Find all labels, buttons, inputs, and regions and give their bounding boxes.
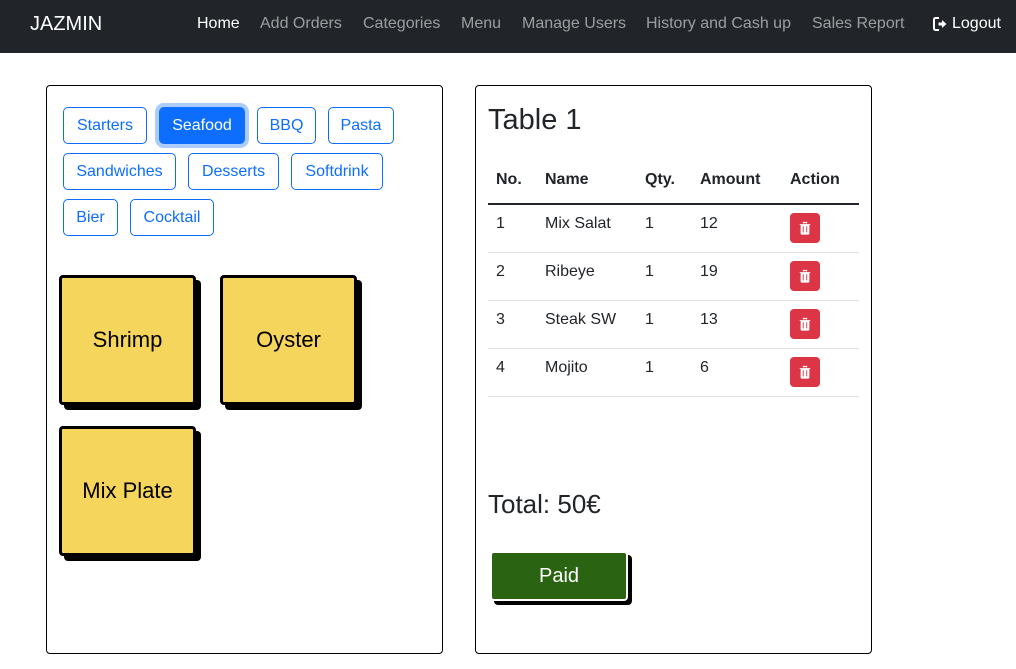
menu-item-mix-plate[interactable]: Mix Plate bbox=[59, 426, 196, 556]
nav-categories[interactable]: Categories bbox=[363, 15, 440, 33]
delete-button[interactable] bbox=[790, 357, 820, 387]
category-starters[interactable]: Starters bbox=[63, 107, 147, 144]
order-table-header: No. Name Qty. Amount Action bbox=[488, 156, 859, 205]
paid-button[interactable]: Paid bbox=[490, 551, 628, 601]
menu-item-oyster[interactable]: Oyster bbox=[220, 275, 357, 405]
header-action: Action bbox=[782, 156, 859, 205]
row-no: 1 bbox=[496, 215, 505, 233]
header-no: No. bbox=[488, 156, 537, 205]
trash-icon bbox=[799, 222, 811, 235]
nav-home[interactable]: Home bbox=[197, 15, 240, 33]
trash-icon bbox=[799, 317, 811, 331]
table-row: 1 Mix Salat 1 12 bbox=[488, 204, 859, 253]
nav-history-cash-up[interactable]: History and Cash up bbox=[646, 15, 791, 33]
row-name: Ribeye bbox=[545, 263, 595, 280]
row-name: Mix Salat bbox=[545, 215, 611, 233]
row-name: Mojito bbox=[545, 359, 588, 376]
header-qty: Qty. bbox=[637, 156, 692, 205]
order-table: No. Name Qty. Amount Action 1 Mix Salat … bbox=[488, 156, 859, 397]
header-amount: Amount bbox=[692, 156, 782, 205]
order-panel: Table 1 No. Name Qty. Amount Action 1 Mi… bbox=[475, 85, 872, 654]
logout-link[interactable]: Logout bbox=[932, 15, 1001, 33]
row-qty: 1 bbox=[645, 263, 654, 280]
category-bier[interactable]: Bier bbox=[63, 199, 118, 236]
row-amount: 13 bbox=[700, 311, 718, 328]
row-amount: 19 bbox=[700, 263, 718, 280]
logout-icon bbox=[933, 17, 947, 31]
row-no: 4 bbox=[496, 359, 505, 376]
menu-item-shrimp[interactable]: Shrimp bbox=[59, 275, 196, 405]
menu-panel: Starters Seafood BBQ Pasta Sandwiches De… bbox=[46, 85, 443, 654]
navbar: JAZMIN Home Add Orders Categories Menu M… bbox=[0, 0, 1016, 53]
table-row: 4 Mojito 1 6 bbox=[488, 348, 859, 397]
category-seafood[interactable]: Seafood bbox=[159, 107, 245, 144]
table-row: 3 Steak SW 1 13 bbox=[488, 300, 859, 349]
brand-logo[interactable]: JAZMIN bbox=[30, 13, 102, 36]
table-row: 2 Ribeye 1 19 bbox=[488, 252, 859, 301]
row-amount: 12 bbox=[700, 215, 718, 233]
category-softdrink[interactable]: Softdrink bbox=[291, 153, 383, 190]
category-pasta[interactable]: Pasta bbox=[328, 107, 394, 144]
trash-icon bbox=[799, 365, 811, 379]
delete-button[interactable] bbox=[790, 261, 820, 291]
row-qty: 1 bbox=[645, 359, 654, 376]
row-qty: 1 bbox=[645, 311, 654, 328]
nav-add-orders[interactable]: Add Orders bbox=[260, 15, 342, 33]
trash-icon bbox=[799, 269, 811, 283]
category-desserts[interactable]: Desserts bbox=[188, 153, 279, 190]
header-name: Name bbox=[537, 156, 637, 205]
row-no: 3 bbox=[496, 311, 505, 328]
category-cocktail[interactable]: Cocktail bbox=[130, 199, 214, 236]
nav-sales-report[interactable]: Sales Report bbox=[812, 15, 905, 33]
nav-menu[interactable]: Menu bbox=[461, 15, 501, 33]
delete-button[interactable] bbox=[790, 309, 820, 339]
delete-button[interactable] bbox=[790, 213, 820, 244]
order-table-title: Table 1 bbox=[488, 104, 582, 136]
order-total: Total: 50€ bbox=[488, 489, 601, 519]
logout-label: Logout bbox=[952, 15, 1001, 32]
row-no: 2 bbox=[496, 263, 505, 280]
row-qty: 1 bbox=[645, 215, 654, 233]
row-amount: 6 bbox=[700, 359, 709, 376]
category-sandwiches[interactable]: Sandwiches bbox=[63, 153, 176, 190]
nav-manage-users[interactable]: Manage Users bbox=[522, 15, 626, 33]
category-bbq[interactable]: BBQ bbox=[257, 107, 316, 144]
row-name: Steak SW bbox=[545, 311, 617, 328]
